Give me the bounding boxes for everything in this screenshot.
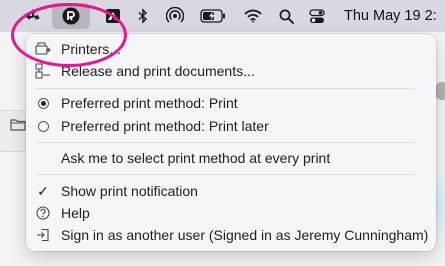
sign-in-icon	[34, 227, 52, 243]
menu-item-label: Help	[61, 205, 90, 221]
search-icon[interactable]	[276, 0, 296, 32]
wifi-icon[interactable]	[242, 0, 264, 32]
control-center-icon[interactable]	[306, 0, 328, 32]
radio-unselected-icon	[34, 118, 52, 134]
menu-separator	[36, 174, 414, 175]
menu-item-label: Preferred print method: Print	[61, 95, 238, 111]
menu-item-ask-print-method[interactable]: Ask me to select print method at every p…	[26, 148, 436, 168]
airdrop-icon[interactable]	[164, 0, 186, 32]
help-icon	[34, 205, 52, 221]
background-avatar	[435, 82, 445, 100]
menu-separator	[36, 142, 414, 143]
menu-separator	[36, 88, 414, 89]
menu-item-label: Sign in as another user (Signed in as Je…	[61, 227, 429, 243]
checkmark-icon: ✓	[37, 183, 49, 199]
menu-bar-clock[interactable]: Thu May 19 2:	[344, 0, 437, 32]
menu-item-label: Ask me to select print method at every p…	[61, 150, 331, 166]
menu-item-sign-in-other-user[interactable]: Sign in as another user (Signed in as Je…	[26, 225, 436, 245]
menu-item-print-method-print[interactable]: Preferred print method: Print	[26, 93, 436, 113]
bluetooth-icon[interactable]	[134, 0, 152, 32]
menu-item-show-print-notification[interactable]: ✓ Show print notification	[26, 181, 436, 201]
folder-icon	[10, 118, 26, 136]
menu-item-label: Show print notification	[61, 183, 198, 199]
battery-charging-icon[interactable]	[198, 0, 228, 32]
menu-item-label: Preferred print method: Print later	[61, 118, 269, 134]
print-app-menu: Printers... Release and print documents.…	[26, 34, 436, 251]
menu-item-help[interactable]: Help	[26, 203, 436, 223]
menu-item-label: Release and print documents...	[61, 63, 255, 79]
release-documents-icon	[34, 63, 52, 79]
menu-item-print-method-print-later[interactable]: Preferred print method: Print later	[26, 116, 436, 136]
highlight-annotation-circle	[11, 3, 127, 67]
radio-selected-icon	[34, 95, 52, 111]
